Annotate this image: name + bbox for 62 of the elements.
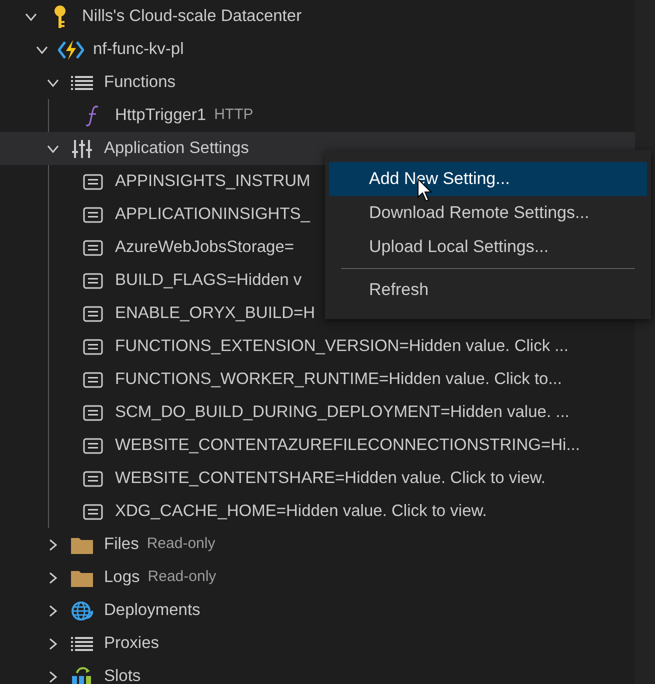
document-icon: [83, 206, 103, 222]
item-label: SCM_DO_BUILD_DURING_DEPLOYMENT=Hidden value. ...: [115, 402, 570, 424]
item-label: WEBSITE_CONTENTSHARE=Hidden value. Click to view.: [115, 468, 546, 490]
item-description: Read-only: [148, 567, 216, 588]
tree-item[interactable]: WEBSITE_CONTENTAZUREFILECONNECTIONSTRING=Hi...: [0, 429, 635, 462]
item-label: Nills's Cloud-scale Datacenter: [82, 6, 302, 28]
tree-item[interactable]: Logs Read-only: [0, 561, 635, 594]
tree-item[interactable]: Functions: [0, 66, 635, 99]
tree-item[interactable]: SCM_DO_BUILD_DURING_DEPLOYMENT=Hidden value. ...: [0, 396, 635, 429]
item-label: Functions: [104, 72, 176, 94]
tree-item[interactable]: FUNCTIONS_EXTENSION_VERSION=Hidden value. Click ...: [0, 330, 635, 363]
tree-item[interactable]: nf-func-kv-pl: [0, 33, 635, 66]
item-label: WEBSITE_CONTENTAZUREFILECONNECTIONSTRING=Hi...: [115, 435, 580, 456]
item-label: Files: [104, 534, 139, 556]
tree-item[interactable]: FUNCTIONS_WORKER_RUNTIME=Hidden value. Click to...: [0, 363, 635, 396]
function-icon: [86, 104, 100, 126]
tree-item[interactable]: WEBSITE_CONTENTSHARE=Hidden value. Click to view.: [0, 462, 635, 495]
document-icon: [83, 438, 103, 454]
menu-item[interactable]: Upload Local Settings...: [329, 230, 647, 264]
item-label: HttpTrigger1: [115, 105, 206, 126]
item-label: Application Settings: [104, 138, 249, 160]
document-icon: [83, 240, 103, 256]
tree-item[interactable]: HttpTrigger1 HTTP: [0, 99, 635, 132]
item-label: AzureWebJobsStorage=: [115, 237, 294, 258]
item-label: Logs: [104, 567, 140, 588]
item-description: HTTP: [214, 105, 254, 126]
folder-icon: [71, 536, 93, 554]
globe-icon: [71, 600, 93, 622]
item-label: FUNCTIONS_EXTENSION_VERSION=Hidden value. Click ...: [115, 336, 568, 358]
item-label: FUNCTIONS_WORKER_RUNTIME=Hidden value. Click to...: [115, 369, 562, 390]
document-icon: [83, 404, 103, 420]
tree-item[interactable]: Slots: [0, 660, 635, 684]
item-label: Proxies: [104, 633, 160, 654]
document-icon: [83, 174, 103, 190]
item-label: BUILD_FLAGS=Hidden v: [115, 270, 302, 292]
tree-item[interactable]: XDG_CACHE_HOME=Hidden value. Click to view.: [0, 495, 635, 528]
menu-item[interactable]: Download Remote Settings...: [329, 196, 647, 230]
document-icon: [83, 372, 103, 388]
slots-icon: [71, 664, 93, 684]
list-icon: [71, 636, 93, 652]
tree-item[interactable]: Files Read-only: [0, 528, 635, 561]
item-label: Deployments: [104, 600, 200, 622]
item-label: APPINSIGHTS_INSTRUM: [115, 171, 310, 192]
item-label: ENABLE_ORYX_BUILD=H: [115, 303, 316, 324]
document-icon: [83, 338, 103, 354]
item-label: Slots: [104, 666, 141, 684]
tree-item[interactable]: Deployments: [0, 594, 635, 627]
tree-item[interactable]: Nills's Cloud-scale Datacenter: [0, 0, 635, 33]
document-icon: [83, 272, 103, 288]
tree-item[interactable]: Proxies: [0, 627, 635, 660]
item-label: nf-func-kv-pl: [93, 39, 184, 60]
document-icon: [83, 470, 103, 486]
document-icon: [83, 306, 103, 322]
lightning-bolt-icon: [58, 38, 84, 60]
item-label: APPLICATIONINSIGHTS_: [115, 204, 310, 226]
item-label: XDG_CACHE_HOME=Hidden value. Click to view.: [115, 501, 487, 522]
document-icon: [83, 504, 103, 520]
key-icon: [52, 4, 68, 28]
list-icon: [71, 74, 93, 90]
item-description: Read-only: [146, 534, 216, 554]
sliders-icon: [72, 138, 92, 158]
folder-icon: [71, 568, 93, 586]
